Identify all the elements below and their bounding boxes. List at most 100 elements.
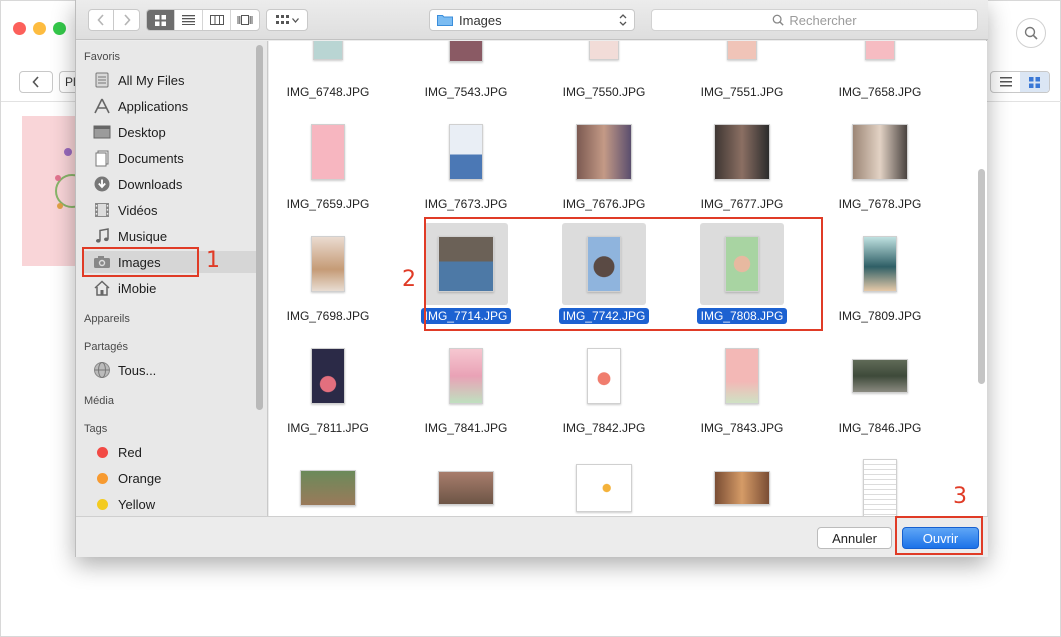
- sidebar-item-label: All My Files: [118, 72, 185, 88]
- sidebar-item-label: Applications: [118, 98, 189, 114]
- coverflow-view-button[interactable]: [231, 10, 259, 30]
- file-item[interactable]: IMG_7551.JPG: [684, 41, 800, 99]
- music-icon: [92, 227, 112, 245]
- location-popup[interactable]: Images: [429, 9, 635, 31]
- sidebar-item-documents[interactable]: Documents: [84, 147, 256, 169]
- file-scrollbar[interactable]: [978, 169, 985, 384]
- zoom-window-button[interactable]: [53, 22, 66, 35]
- arrange-grid-icon: [275, 15, 289, 24]
- home-icon: [92, 279, 112, 297]
- file-name: IMG_7809.JPG: [838, 309, 922, 323]
- sidebar-item-all-my-files[interactable]: All My Files: [84, 69, 256, 91]
- back-button[interactable]: [88, 9, 114, 31]
- chevron-left-icon: [97, 14, 104, 26]
- sidebar-item-label: Vidéos: [118, 202, 158, 218]
- file-item[interactable]: IMG_7843.JPG: [684, 335, 800, 435]
- sidebar-item-videos[interactable]: Vidéos: [84, 199, 256, 221]
- file-item[interactable]: IMG_7811.JPG: [270, 335, 386, 435]
- flower-wreath-icon: [55, 148, 89, 209]
- applications-icon: [92, 97, 112, 115]
- documents-icon: [92, 149, 112, 167]
- sidebar-item-applications[interactable]: Applications: [84, 95, 256, 117]
- sidebar-tag-orange[interactable]: Orange: [84, 467, 256, 489]
- file-item[interactable]: IMG_6748.JPG: [270, 41, 386, 99]
- chevron-down-icon: [291, 17, 299, 23]
- cancel-button[interactable]: Annuler: [817, 527, 892, 549]
- folder-icon: [437, 15, 453, 26]
- search-icon: [773, 14, 785, 26]
- all-files-icon: [92, 71, 112, 89]
- file-item[interactable]: IMG_7659.JPG: [270, 111, 386, 211]
- dialog-footer: Annuler Ouvrir: [76, 516, 988, 557]
- icon-view-button[interactable]: [147, 10, 175, 30]
- view-mode-selector[interactable]: [146, 9, 260, 31]
- file-item[interactable]: IMG_7676.JPG: [546, 111, 662, 211]
- list-view-button[interactable]: [175, 10, 203, 30]
- file-item[interactable]: IMG_7809.JPG: [822, 223, 938, 323]
- file-item[interactable]: [270, 447, 386, 516]
- file-item[interactable]: [546, 447, 662, 516]
- sidebar-item-imobie[interactable]: iMobie: [84, 277, 256, 299]
- file-name: IMG_7846.JPG: [838, 421, 922, 435]
- downloads-icon: [92, 175, 112, 193]
- column-view-button[interactable]: [203, 10, 231, 30]
- sidebar-item-downloads[interactable]: Downloads: [84, 173, 256, 195]
- file-item[interactable]: IMG_7846.JPG: [822, 335, 938, 435]
- file-item[interactable]: IMG_7543.JPG: [408, 41, 524, 99]
- file-item[interactable]: IMG_7678.JPG: [822, 111, 938, 211]
- chevron-right-icon: [123, 14, 131, 26]
- up-down-chevron-icon: [619, 14, 627, 26]
- close-window-button[interactable]: [13, 22, 26, 35]
- chevron-left-icon: [32, 76, 39, 88]
- forward-button[interactable]: [114, 9, 140, 31]
- list-view-button[interactable]: [991, 72, 1020, 92]
- file-item[interactable]: IMG_7841.JPG: [408, 335, 524, 435]
- step2-highlight: [424, 217, 823, 331]
- grid-view-button[interactable]: [1020, 72, 1049, 92]
- file-item[interactable]: IMG_7698.JPG: [270, 223, 386, 323]
- step3-label: 3: [953, 484, 967, 509]
- sidebar-tag-yellow[interactable]: Yellow: [84, 493, 256, 515]
- file-item[interactable]: IMG_7658.JPG: [822, 41, 938, 99]
- videos-icon: [92, 201, 112, 219]
- search-icon: [1024, 26, 1038, 40]
- back-button[interactable]: [19, 71, 53, 93]
- sidebar-item-label: Downloads: [118, 176, 183, 192]
- dialog-toolbar: Images Rechercher: [76, 0, 988, 40]
- file-name: IMG_7811.JPG: [287, 421, 369, 435]
- sidebar-scrollbar[interactable]: [256, 45, 263, 410]
- devices-header: Appareils: [84, 313, 130, 325]
- sidebar-tag-red[interactable]: Red: [84, 441, 256, 463]
- file-item[interactable]: [684, 447, 800, 516]
- sidebar-item-desktop[interactable]: Desktop: [84, 121, 256, 143]
- file-name: IMG_7677.JPG: [700, 197, 784, 211]
- file-item[interactable]: IMG_7673.JPG: [408, 111, 524, 211]
- file-name: IMG_7551.JPG: [700, 85, 784, 99]
- sidebar-item-all-shared[interactable]: Tous...: [84, 359, 256, 381]
- file-name: IMG_6748.JPG: [286, 85, 370, 99]
- minimize-window-button[interactable]: [33, 22, 46, 35]
- search-button[interactable]: [1016, 18, 1046, 48]
- file-item[interactable]: [408, 447, 524, 516]
- file-name: IMG_7550.JPG: [562, 85, 646, 99]
- file-item[interactable]: IMG_7550.JPG: [546, 41, 662, 99]
- step3-highlight: [895, 516, 983, 555]
- file-name: IMG_7698.JPG: [286, 309, 370, 323]
- coverflow-icon: [237, 15, 253, 25]
- sidebar: Favoris All My Files Applications Deskto…: [76, 41, 268, 516]
- view-toggle[interactable]: [990, 71, 1050, 93]
- sidebar-item-label: iMobie: [118, 280, 157, 296]
- columns-icon: [209, 15, 224, 25]
- favorites-header: Favoris: [84, 51, 121, 63]
- file-item[interactable]: IMG_7677.JPG: [684, 111, 800, 211]
- arrange-button[interactable]: [266, 9, 308, 31]
- sidebar-item-label: Red: [118, 444, 142, 460]
- sidebar-item-label: Desktop: [118, 124, 166, 140]
- desktop-icon: [92, 123, 112, 141]
- sidebar-item-music[interactable]: Musique: [84, 225, 256, 247]
- search-field[interactable]: Rechercher: [651, 9, 978, 31]
- file-item[interactable]: [822, 447, 938, 516]
- grid-icon: [1029, 76, 1040, 88]
- network-icon: [92, 361, 112, 379]
- file-item[interactable]: IMG_7842.JPG: [546, 335, 662, 435]
